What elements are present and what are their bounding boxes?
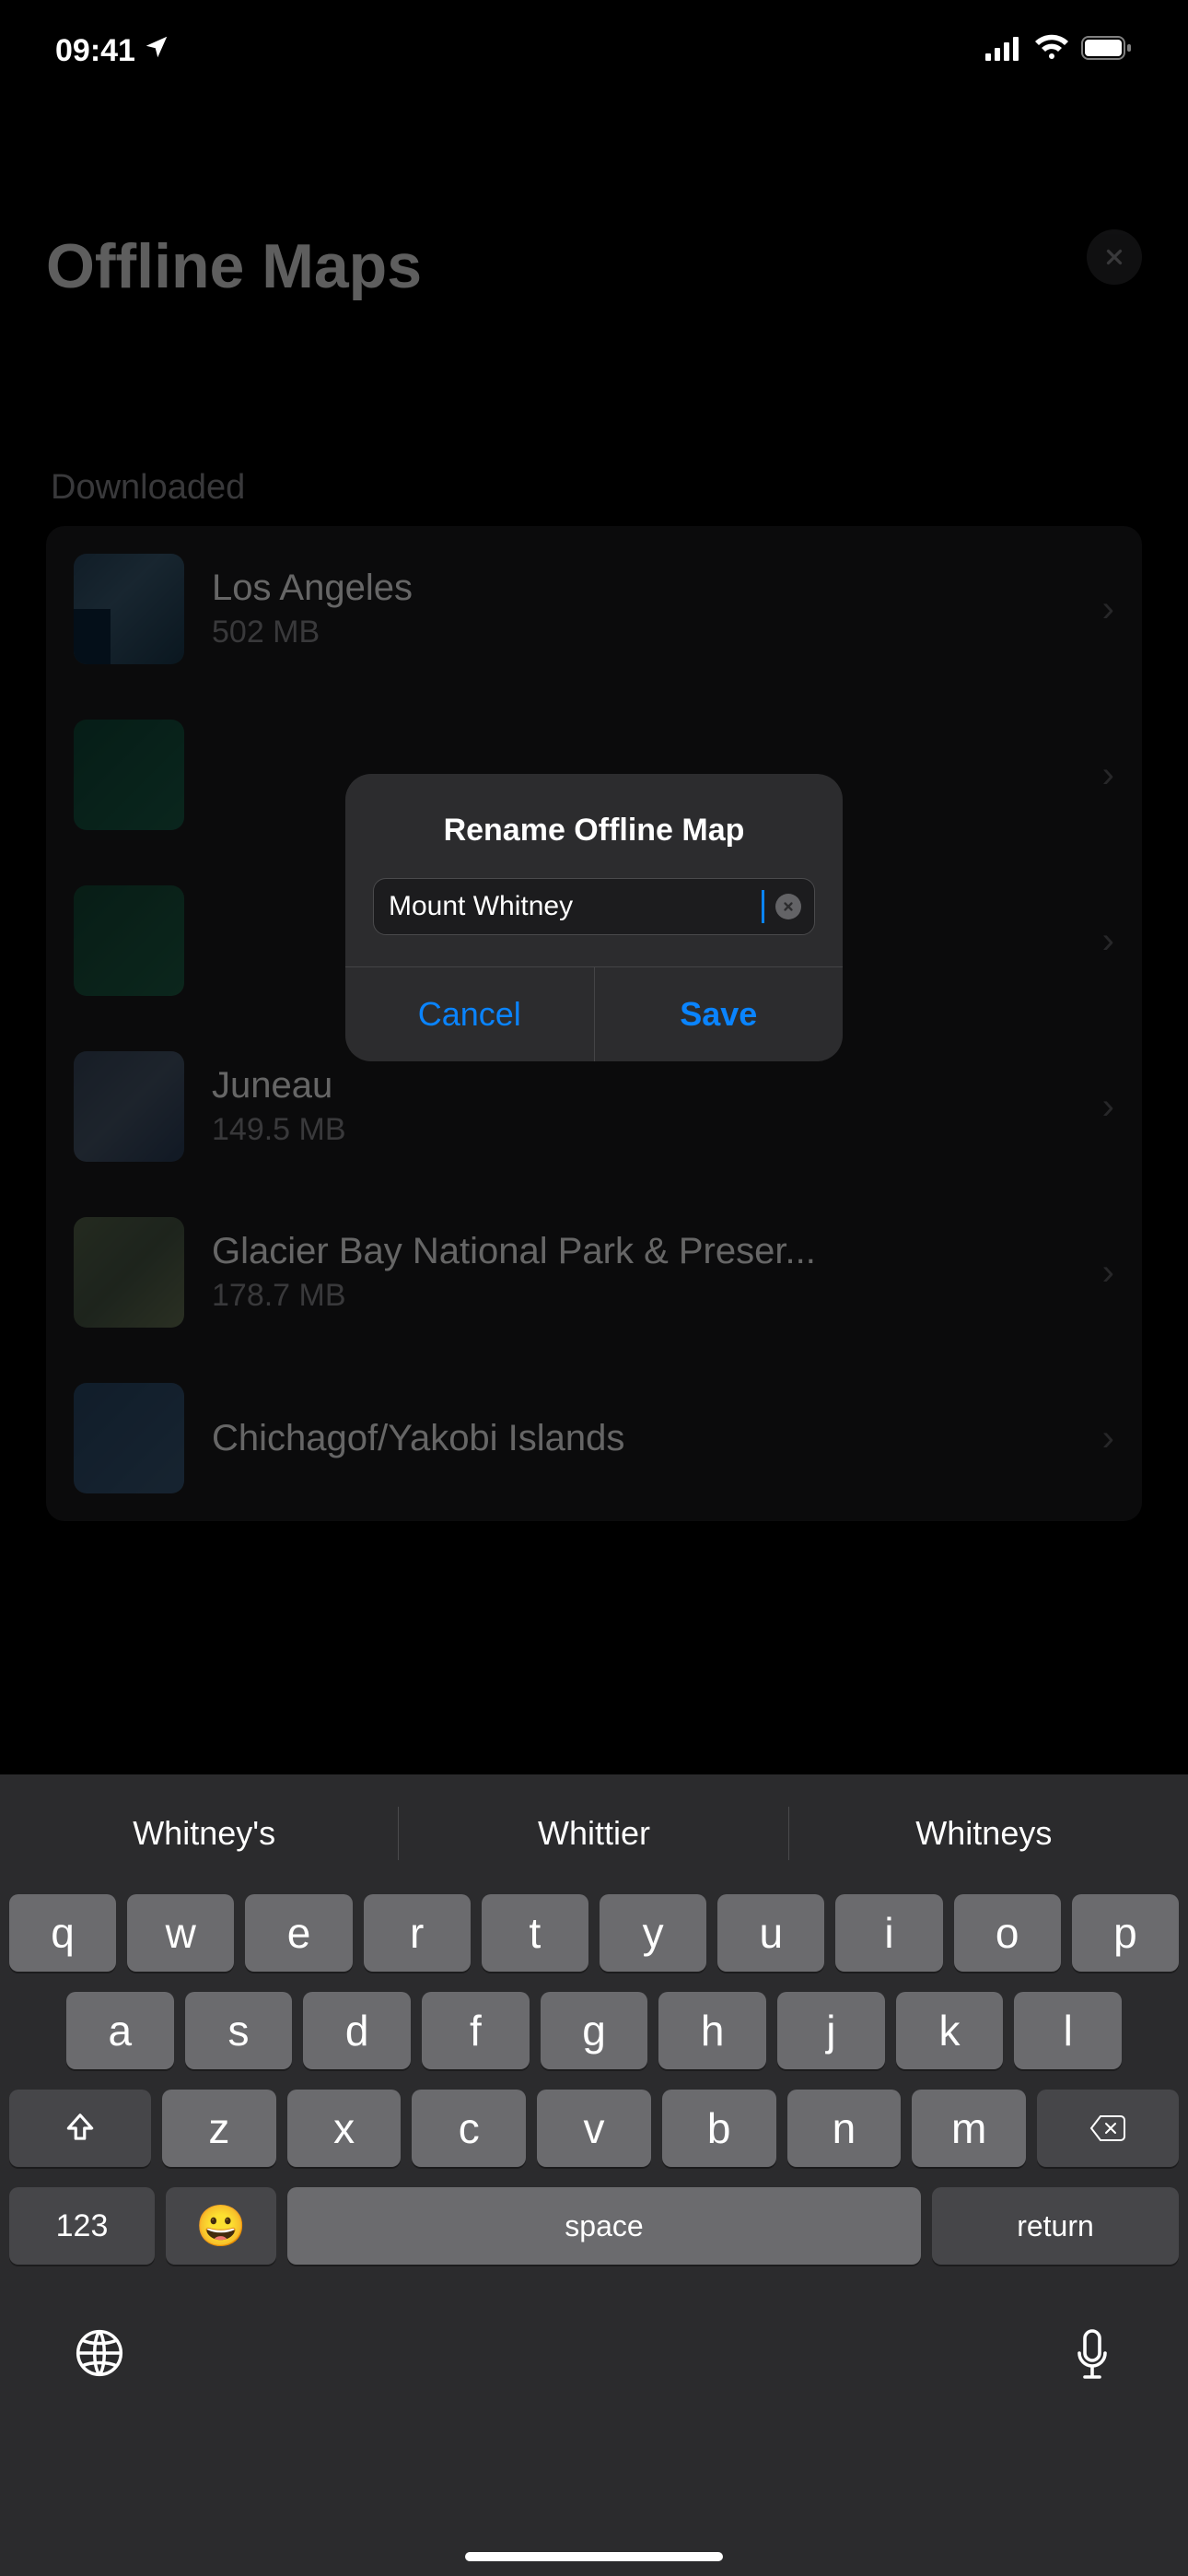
map-size: 178.7 MB — [212, 1278, 1075, 1314]
key-f[interactable]: f — [422, 1992, 530, 2069]
chevron-right-icon: › — [1102, 1252, 1114, 1294]
key-t[interactable]: t — [482, 1894, 588, 1972]
key-p[interactable]: p — [1072, 1894, 1179, 1972]
wifi-icon — [1033, 33, 1070, 69]
key-j[interactable]: j — [777, 1992, 885, 2069]
key-return[interactable]: return — [932, 2187, 1179, 2265]
key-space[interactable]: space — [287, 2187, 921, 2265]
map-thumbnail — [74, 885, 184, 996]
key-z[interactable]: z — [162, 2090, 276, 2167]
map-row[interactable]: Los Angeles 502 MB › — [46, 526, 1142, 692]
key-c[interactable]: c — [412, 2090, 526, 2167]
rename-input-wrap[interactable] — [373, 878, 815, 935]
map-title: Glacier Bay National Park & Preser... — [212, 1231, 1075, 1272]
map-row[interactable]: Chichagof/Yakobi Islands › — [46, 1355, 1142, 1521]
map-size: 502 MB — [212, 615, 1075, 650]
key-m[interactable]: m — [912, 2090, 1026, 2167]
text-caret — [762, 890, 764, 923]
emoji-icon: 😀 — [196, 2202, 247, 2250]
key-o[interactable]: o — [954, 1894, 1061, 1972]
chevron-right-icon: › — [1102, 1418, 1114, 1459]
key-d[interactable]: d — [303, 1992, 411, 2069]
suggestion[interactable]: Whitneys — [789, 1789, 1179, 1878]
keyboard-row-1: q w e r t y u i o p — [9, 1894, 1179, 1972]
dictation-button[interactable] — [1070, 2327, 1114, 2391]
key-numbers[interactable]: 123 — [9, 2187, 155, 2265]
key-b[interactable]: b — [662, 2090, 776, 2167]
alert-title: Rename Offline Map — [345, 774, 843, 878]
map-thumbnail — [74, 720, 184, 830]
chevron-right-icon: › — [1102, 589, 1114, 630]
key-q[interactable]: q — [9, 1894, 116, 1972]
map-size: 149.5 MB — [212, 1112, 1075, 1148]
rename-input[interactable] — [389, 891, 762, 922]
chevron-right-icon: › — [1102, 920, 1114, 962]
suggestion[interactable]: Whitney's — [9, 1789, 399, 1878]
clear-text-button[interactable] — [775, 894, 801, 919]
keyboard-suggestions: Whitney's Whittier Whitneys — [9, 1789, 1179, 1878]
key-r[interactable]: r — [364, 1894, 471, 1972]
save-button[interactable]: Save — [595, 967, 844, 1061]
delete-icon — [1088, 2113, 1128, 2144]
key-n[interactable]: n — [787, 2090, 902, 2167]
map-row[interactable]: Glacier Bay National Park & Preser... 17… — [46, 1189, 1142, 1355]
key-w[interactable]: w — [127, 1894, 234, 1972]
key-k[interactable]: k — [896, 1992, 1004, 2069]
status-time: 09:41 — [55, 33, 135, 69]
map-title: Chichagof/Yakobi Islands — [212, 1418, 1075, 1459]
keyboard-row-4: 123 😀 space return — [9, 2187, 1179, 2265]
key-s[interactable]: s — [185, 1992, 293, 2069]
key-u[interactable]: u — [717, 1894, 824, 1972]
rename-alert: Rename Offline Map Cancel Save — [345, 774, 843, 1061]
map-thumbnail — [74, 1383, 184, 1493]
status-bar: 09:41 — [0, 0, 1188, 101]
map-title: Los Angeles — [212, 568, 1075, 609]
section-header-downloaded: Downloaded — [0, 302, 1188, 526]
key-e[interactable]: e — [245, 1894, 352, 1972]
mic-icon — [1070, 2327, 1114, 2386]
suggestion[interactable]: Whittier — [399, 1789, 788, 1878]
map-thumbnail — [74, 554, 184, 664]
chevron-right-icon: › — [1102, 1086, 1114, 1128]
battery-icon — [1081, 33, 1133, 69]
map-thumbnail — [74, 1051, 184, 1162]
key-g[interactable]: g — [541, 1992, 648, 2069]
keyboard: Whitney's Whittier Whitneys q w e r t y … — [0, 1774, 1188, 2576]
clear-icon — [782, 900, 795, 913]
key-y[interactable]: y — [600, 1894, 706, 1972]
keyboard-row-2: a s d f g h j k l — [9, 1992, 1179, 2069]
key-v[interactable]: v — [537, 2090, 651, 2167]
key-i[interactable]: i — [835, 1894, 942, 1972]
close-icon — [1102, 245, 1126, 269]
home-indicator[interactable] — [465, 2552, 723, 2561]
location-arrow-icon — [143, 33, 170, 69]
key-a[interactable]: a — [66, 1992, 174, 2069]
key-emoji[interactable]: 😀 — [166, 2187, 276, 2265]
cellular-signal-icon — [985, 33, 1022, 69]
page-title: Offline Maps — [46, 230, 422, 302]
key-h[interactable]: h — [658, 1992, 766, 2069]
chevron-right-icon: › — [1102, 755, 1114, 796]
close-button[interactable] — [1087, 229, 1142, 285]
cancel-button[interactable]: Cancel — [345, 967, 595, 1061]
globe-button[interactable] — [74, 2327, 125, 2391]
key-x[interactable]: x — [287, 2090, 402, 2167]
key-l[interactable]: l — [1014, 1992, 1122, 2069]
globe-icon — [74, 2327, 125, 2379]
shift-icon — [63, 2111, 98, 2146]
map-title: Juneau — [212, 1065, 1075, 1107]
map-thumbnail — [74, 1217, 184, 1328]
key-delete[interactable] — [1037, 2090, 1179, 2167]
key-shift[interactable] — [9, 2090, 151, 2167]
keyboard-row-3: z x c v b n m — [9, 2090, 1179, 2167]
